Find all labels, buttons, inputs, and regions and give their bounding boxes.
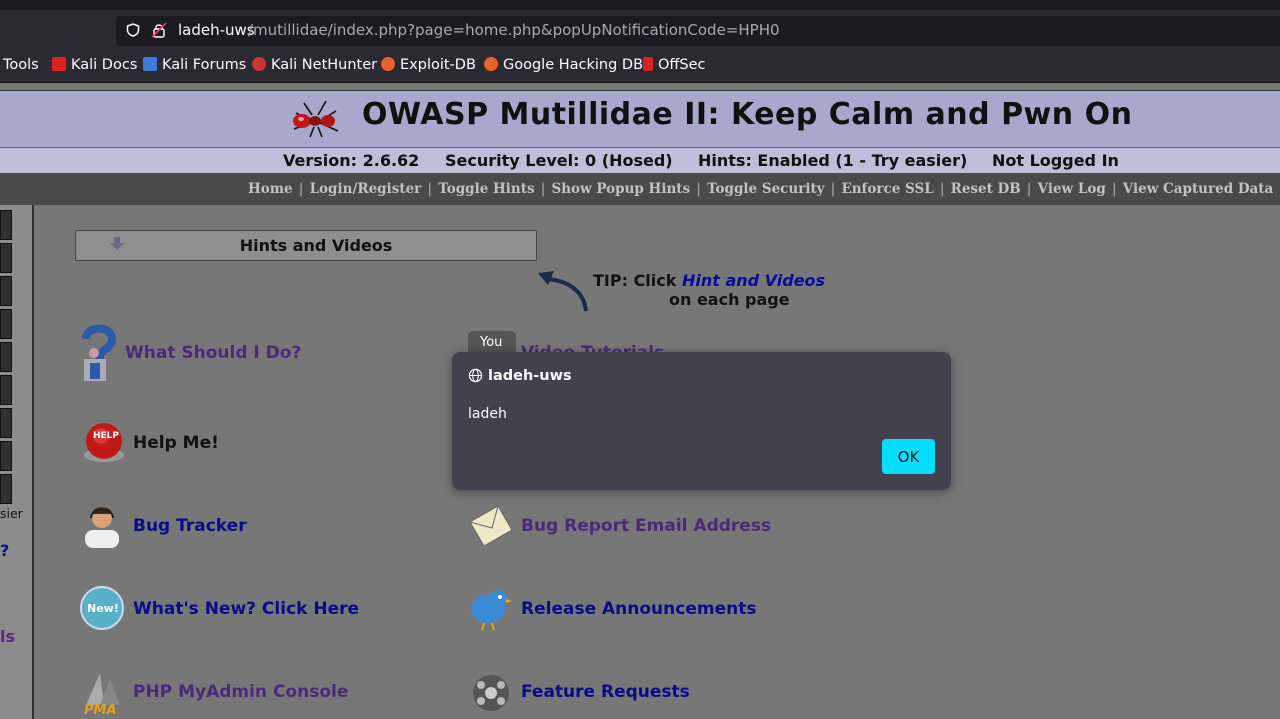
bookmark-label: Kali NetHunter <box>271 57 378 73</box>
nav-menu-button[interactable] <box>0 408 12 438</box>
menu-toggle-hints[interactable]: Toggle Hints <box>438 181 534 197</box>
nav-link[interactable]: ? <box>0 541 9 560</box>
release-announcements-link[interactable]: Release Announcements <box>521 599 756 619</box>
ok-button[interactable]: OK <box>882 439 935 474</box>
bookmark-offsec[interactable]: OffSec <box>643 57 706 77</box>
bookmark-label: Kali Forums <box>162 57 247 73</box>
new-badge-text: New! <box>87 602 119 615</box>
bookmark-label: Google Hacking DB <box>503 57 644 73</box>
site-header: OWASP Mutillidae II: Keep Calm and Pwn O… <box>0 90 1280 147</box>
nav-menu-button[interactable] <box>0 309 12 339</box>
nav-menu-button[interactable] <box>0 375 12 405</box>
bookmark-label: Tools <box>3 57 39 73</box>
pma-icon-text: PMA <box>84 703 117 718</box>
question-person-icon[interactable] <box>78 323 120 385</box>
url-host[interactable]: ladeh-uws <box>178 21 255 39</box>
menu-separator: | <box>1026 181 1032 197</box>
globe-icon <box>468 368 483 383</box>
bookmarks-toolbar: Tools Kali Docs Kali Forums Kali NetHunt… <box>0 50 1280 83</box>
ghdb-icon <box>484 57 498 71</box>
nav-menu-button[interactable] <box>0 441 12 471</box>
bookmark-kali-docs[interactable]: Kali Docs <box>52 57 137 77</box>
menu-separator: | <box>1111 181 1117 197</box>
tip-text: TIP: Click Hint and Videos <box>593 271 825 290</box>
menu-view-log[interactable]: View Log <box>1038 181 1106 197</box>
tip-suffix: on each page <box>669 290 790 309</box>
help-button-icon[interactable] <box>81 419 127 465</box>
film-reel-icon[interactable] <box>468 669 514 715</box>
menu-separator: | <box>540 181 546 197</box>
tip-emphasis: Hint and Videos <box>681 271 826 290</box>
menu-reset-db[interactable]: Reset DB <box>951 181 1021 197</box>
phpmyadmin-console-link[interactable]: PHP MyAdmin Console <box>133 682 348 702</box>
bookmark-exploit-db[interactable]: Exploit-DB <box>381 57 476 77</box>
nav-menu-button[interactable] <box>0 243 12 273</box>
bookmark-label: OffSec <box>658 57 706 73</box>
menu-separator: | <box>427 181 433 197</box>
menu-show-popup-hints[interactable]: Show Popup Hints <box>551 181 690 197</box>
bookmark-tools[interactable]: Tools <box>3 57 39 77</box>
security-level-text: Security Level: 0 (Hosed) <box>445 151 673 170</box>
feature-requests-link[interactable]: Feature Requests <box>521 682 690 702</box>
version-text: Version: 2.6.62 <box>283 151 420 170</box>
ant-logo-icon <box>293 100 339 138</box>
bookmark-label: Exploit-DB <box>400 57 476 73</box>
menu-enforce-ssl[interactable]: Enforce SSL <box>841 181 933 197</box>
menu-separator: | <box>939 181 945 197</box>
youtube-icon-text: You <box>480 335 503 350</box>
exploit-db-icon <box>381 57 395 71</box>
insecure-lock-icon[interactable] <box>151 22 167 38</box>
nav-menu-button[interactable] <box>0 210 12 240</box>
nav-menu-button[interactable] <box>0 276 12 306</box>
menu-separator: | <box>696 181 702 197</box>
bug-tracker-link[interactable]: Bug Tracker <box>133 516 247 536</box>
menu-toggle-security[interactable]: Toggle Security <box>707 181 825 197</box>
kali-nethunter-icon <box>252 57 266 71</box>
bookmark-label: Kali Docs <box>71 57 138 73</box>
support-agent-icon[interactable] <box>79 502 125 548</box>
nav-hint-text: sier <box>0 506 23 521</box>
hints-status-text: Hints: Enabled (1 - Try easier) <box>698 151 968 170</box>
hints-and-videos-toggle[interactable]: Hints and Videos <box>75 230 537 261</box>
status-bar: Version: 2.6.62 Security Level: 0 (Hosed… <box>0 147 1280 174</box>
shield-icon[interactable] <box>126 23 140 37</box>
menu-view-captured-data[interactable]: View Captured Data <box>1123 181 1274 197</box>
left-navigation: sier ? ls <box>0 205 34 719</box>
help-me-link[interactable]: Help Me! <box>133 433 219 453</box>
menu-login-register[interactable]: Login/Register <box>310 181 422 197</box>
url-path[interactable]: /mutillidae/index.php?page=home.php&popU… <box>248 21 780 39</box>
dialog-message: ladeh <box>468 406 507 422</box>
envelope-icon[interactable] <box>468 502 514 548</box>
main-menu: Home | Login/Register | Toggle Hints | Show Po… <box>0 173 1280 205</box>
bookmark-kali-nethunter[interactable]: Kali NetHunter <box>252 57 377 77</box>
login-status-text: Not Logged In <box>992 151 1119 170</box>
nav-menu-button[interactable] <box>0 474 12 504</box>
whats-new-link[interactable]: What's New? Click Here <box>133 599 359 619</box>
offsec-icon <box>643 57 653 71</box>
dialog-title: ladeh-uws <box>488 368 572 384</box>
menu-home[interactable]: Home <box>248 181 293 197</box>
kali-docs-icon <box>52 57 66 71</box>
bookmark-google-hacking-db[interactable]: Google Hacking DB <box>484 57 643 77</box>
alert-dialog: ladeh-uws ladeh OK <box>452 352 951 490</box>
bookmark-kali-forums[interactable]: Kali Forums <box>143 57 246 77</box>
site-title: OWASP Mutillidae II: Keep Calm and Pwn O… <box>362 97 1133 132</box>
nav-link[interactable]: ls <box>0 627 15 646</box>
browser-tab-strip <box>0 0 1280 10</box>
bug-report-email-link[interactable]: Bug Report Email Address <box>521 516 771 536</box>
curved-arrow-icon <box>538 271 588 312</box>
kali-forums-icon <box>143 57 157 71</box>
what-should-i-do-link[interactable]: What Should I Do? <box>125 343 301 363</box>
menu-separator: | <box>830 181 836 197</box>
tip-prefix: TIP: Click <box>593 271 682 290</box>
twitter-bird-icon[interactable] <box>466 585 512 631</box>
nav-menu-button[interactable] <box>0 342 12 372</box>
hints-and-videos-label: Hints and Videos <box>239 236 393 255</box>
menu-separator: | <box>298 181 304 197</box>
help-icon-text: HELP <box>93 431 120 441</box>
